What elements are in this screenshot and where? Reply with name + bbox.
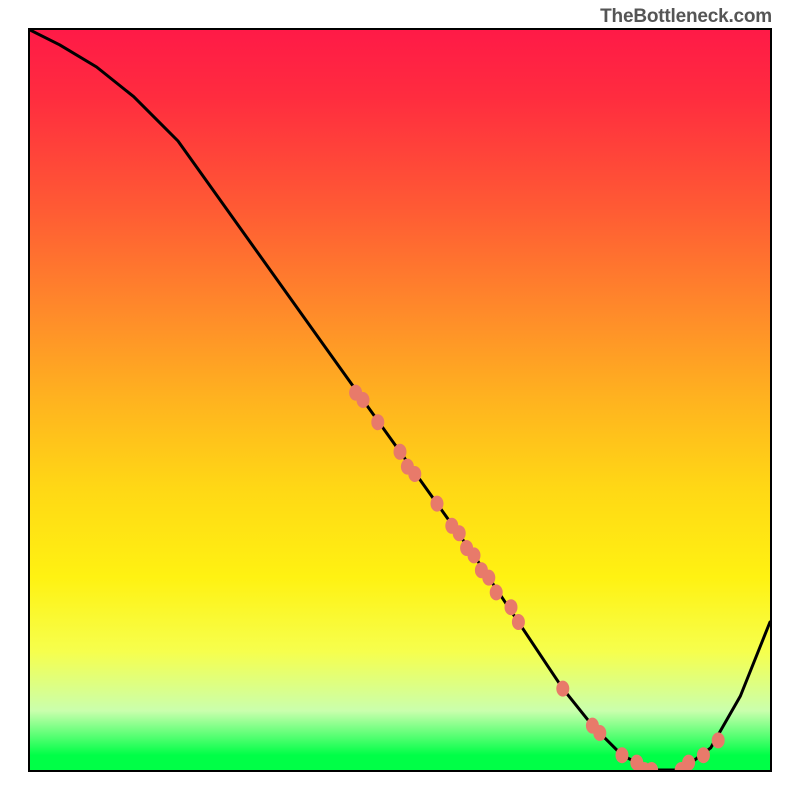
data-point: [682, 755, 695, 770]
data-point: [616, 747, 629, 763]
data-points: [349, 385, 725, 770]
data-point: [697, 747, 710, 763]
data-point: [453, 525, 466, 541]
data-point: [482, 570, 495, 586]
data-point: [357, 392, 370, 408]
data-point: [408, 466, 421, 482]
watermark-text: TheBottleneck.com: [600, 6, 772, 28]
data-point: [394, 444, 407, 460]
data-point: [505, 599, 518, 615]
data-point: [468, 547, 481, 563]
curve-path: [30, 30, 770, 770]
data-point: [512, 614, 525, 630]
data-point: [431, 496, 444, 512]
data-point: [371, 414, 384, 430]
chart-svg: [30, 30, 770, 770]
chart-container: TheBottleneck.com: [0, 0, 800, 800]
data-point: [556, 681, 569, 697]
data-point: [712, 732, 725, 748]
data-point: [593, 725, 606, 741]
data-point: [490, 584, 503, 600]
plot-area: [28, 28, 772, 772]
